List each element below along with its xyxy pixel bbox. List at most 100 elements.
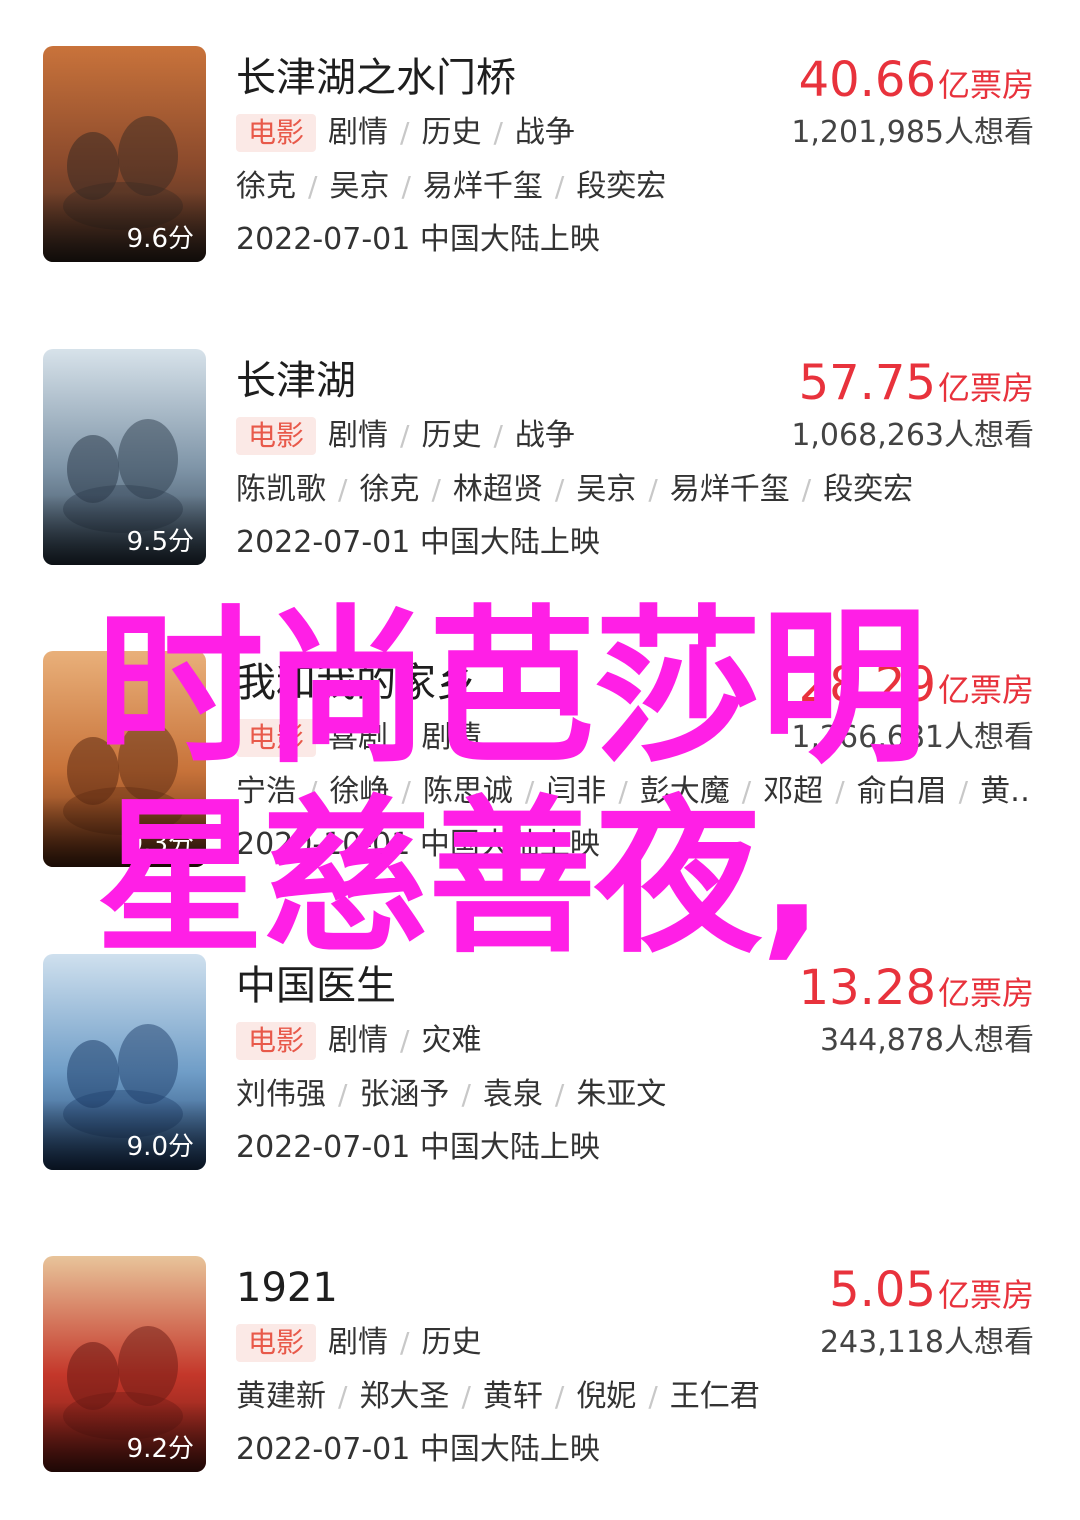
separator: /: [554, 1380, 565, 1413]
separator: /: [524, 775, 535, 808]
box-office: 5.05 亿票房: [829, 1264, 1034, 1316]
movie-poster[interactable]: 9.6分: [43, 46, 206, 262]
cast-row: 陈凯歌 / 徐克 / 林超贤 / 吴京 / 易烊千玺 / 段奕宏: [236, 471, 913, 509]
movie-poster[interactable]: 9.3分: [43, 651, 206, 867]
genre-label: 喜剧: [328, 720, 389, 755]
genre-label: 灾难: [421, 1023, 482, 1058]
separator: /: [400, 116, 410, 149]
want-to-watch-count: 243,118人想看: [819, 1325, 1034, 1360]
separator: /: [554, 1078, 565, 1111]
movie-title[interactable]: 中国医生: [236, 964, 396, 1008]
separator: /: [554, 473, 565, 506]
cast-name: 黄…: [980, 774, 1032, 809]
box-office-value: 28.29: [798, 657, 936, 713]
genre-label: 历史: [421, 115, 482, 150]
movie-score: 9.5分: [126, 527, 194, 557]
release-date: 2022-07-01 中国大陆上映: [236, 525, 600, 560]
release-date: 2022-07-01 中国大陆上映: [236, 1130, 600, 1165]
cast-row: 宁浩 / 徐峥 / 陈思诚 / 闫非 / 彭大魔 / 邓超 / 俞白眉 / 黄…: [236, 773, 1032, 811]
cast-name: 彭大魔: [639, 774, 730, 809]
want-to-watch-count: 344,878人想看: [819, 1023, 1034, 1058]
type-tag: 电影: [236, 417, 317, 455]
cast-name: 陈思诚: [422, 774, 513, 809]
box-office-unit: 亿票房: [937, 974, 1034, 1012]
movie-title[interactable]: 1921: [236, 1266, 338, 1310]
cast-name: 徐克: [236, 169, 296, 204]
movie-title[interactable]: 长津湖: [236, 359, 356, 403]
cast-row: 徐克 / 吴京 / 易烊千玺 / 段奕宏: [236, 168, 666, 206]
cast-name: 倪妮: [576, 1379, 637, 1414]
box-office-unit: 亿票房: [937, 671, 1034, 709]
separator: /: [400, 1326, 410, 1359]
cast-name: 吴京: [576, 472, 637, 507]
cast-name: 徐峥: [329, 774, 390, 809]
movie-score: 9.6分: [126, 224, 194, 254]
cast-name: 张涵予: [359, 1077, 450, 1112]
box-office: 57.75 亿票房: [799, 357, 1034, 409]
box-office-unit: 亿票房: [937, 369, 1034, 407]
separator: /: [308, 775, 318, 808]
type-tag: 电影: [236, 1022, 317, 1060]
movie-item[interactable]: 9.3分 我和我的家乡 电影 喜剧 / 剧情 宁浩 / 徐峥 / 陈思诚 / 闫非 / 彭大魔 / 邓超 / 俞白眉…: [0, 651, 1080, 869]
movie-poster[interactable]: 9.5分: [43, 349, 206, 565]
movie-score: 9.3分: [126, 829, 194, 859]
movie-poster[interactable]: 9.2分: [43, 1256, 206, 1472]
genre-label: 剧情: [328, 1023, 389, 1058]
genre-label: 剧情: [328, 418, 389, 453]
movie-title[interactable]: 我和我的家乡: [236, 661, 476, 705]
separator: /: [338, 473, 348, 506]
separator: /: [958, 775, 969, 808]
cast-name: 陈凯歌: [236, 472, 326, 507]
separator: /: [338, 1380, 348, 1413]
box-office-unit: 亿票房: [937, 66, 1034, 104]
cast-row: 黄建新 / 郑大圣 / 黄轩 / 倪妮 / 王仁君: [236, 1378, 760, 1416]
genre-label: 历史: [421, 1325, 482, 1360]
genre-row: 电影 剧情 / 历史 / 战争: [236, 417, 575, 455]
separator: /: [338, 1078, 348, 1111]
cast-name: 郑大圣: [359, 1379, 450, 1414]
movie-item[interactable]: 9.5分 长津湖 电影 剧情 / 历史 / 战争 陈凯歌 / 徐克 / 林超贤 / 吴京 / 易烊千玺 / 段奕宏 2…: [0, 349, 1080, 567]
cast-name: 吴京: [329, 169, 390, 204]
cast-name: 徐克: [359, 472, 420, 507]
box-office-value: 40.66: [798, 52, 936, 108]
separator: /: [648, 1380, 658, 1413]
box-office-unit: 亿票房: [937, 1276, 1034, 1314]
movie-title[interactable]: 长津湖之水门桥: [236, 56, 516, 100]
cast-name: 易烊千玺: [422, 169, 543, 204]
separator: /: [400, 1024, 410, 1057]
separator: /: [431, 473, 441, 506]
genre-label: 剧情: [328, 115, 389, 150]
genre-label: 战争: [514, 418, 575, 453]
separator: /: [835, 775, 845, 808]
cast-name: 段奕宏: [576, 169, 667, 204]
movie-score: 9.0分: [126, 1132, 194, 1162]
genre-row: 电影 剧情 / 灾难: [236, 1022, 481, 1060]
separator: /: [461, 1380, 471, 1413]
separator: /: [648, 473, 658, 506]
cast-name: 黄建新: [236, 1379, 326, 1414]
movie-poster[interactable]: 9.0分: [43, 954, 206, 1170]
type-tag: 电影: [236, 719, 317, 757]
separator: /: [401, 170, 411, 203]
type-tag: 电影: [236, 114, 317, 152]
want-to-watch-count: 1,068,263人想看: [791, 418, 1034, 453]
want-to-watch-count: 1,201,985人想看: [791, 115, 1034, 150]
type-tag: 电影: [236, 1324, 317, 1362]
want-to-watch-count: 1,266,681人想看: [791, 720, 1034, 755]
cast-name: 黄轩: [482, 1379, 543, 1414]
cast-row: 刘伟强 / 张涵予 / 袁泉 / 朱亚文: [236, 1076, 666, 1114]
box-office: 13.28 亿票房: [799, 962, 1034, 1014]
movie-score: 9.2分: [126, 1434, 194, 1464]
separator: /: [400, 419, 410, 452]
movie-item[interactable]: 9.0分 中国医生 电影 剧情 / 灾难 刘伟强 / 张涵予 / 袁泉 / 朱亚文 2022-07-01 …: [0, 954, 1080, 1172]
separator: /: [401, 775, 411, 808]
box-office-value: 13.28: [798, 960, 936, 1016]
movie-item[interactable]: 9.2分 1921 电影 剧情 / 历史 黄建新 / 郑大圣 / 黄轩 / 倪妮 / 王仁君 2022-07-…: [0, 1256, 1080, 1474]
movie-item[interactable]: 9.6分 长津湖之水门桥 电影 剧情 / 历史 / 战争 徐克 / 吴京 / 易烊千玺 / 段奕宏 2022-…: [0, 46, 1080, 264]
genre-label: 历史: [421, 418, 482, 453]
cast-name: 袁泉: [482, 1077, 543, 1112]
cast-name: 刘伟强: [236, 1077, 326, 1112]
cast-name: 邓超: [763, 774, 824, 809]
cast-name: 宁浩: [236, 774, 296, 809]
separator: /: [801, 473, 812, 506]
